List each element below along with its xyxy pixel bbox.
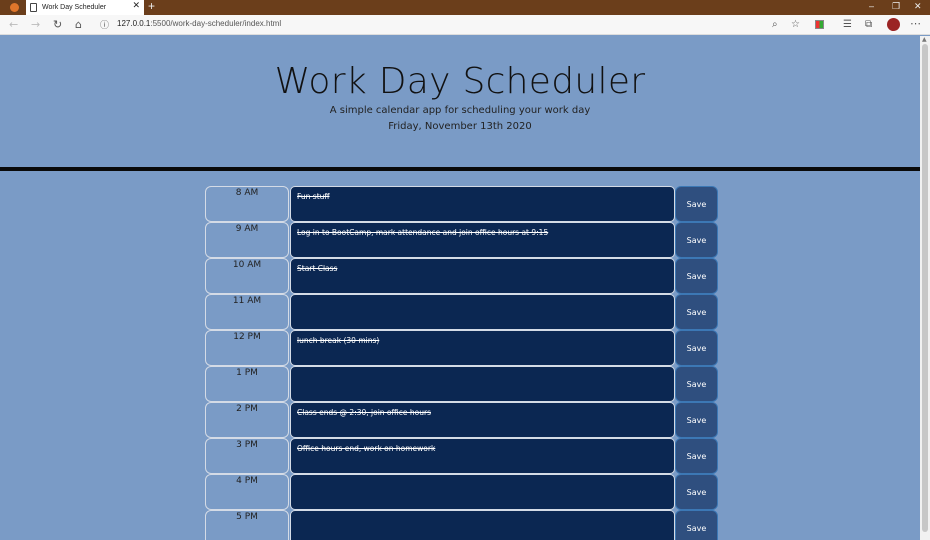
hour-label: 1 PM	[205, 366, 289, 402]
event-textarea[interactable]: Fun stuff	[290, 186, 675, 222]
time-block: 10 AM Start Class Save	[205, 258, 718, 294]
current-date: Friday, November 13th 2020	[388, 121, 532, 132]
back-icon[interactable]: ←	[9, 18, 18, 32]
hour-label: 2 PM	[205, 402, 289, 438]
restore-icon[interactable]: ❐	[892, 1, 900, 12]
save-button[interactable]: Save	[675, 510, 718, 540]
more-icon[interactable]: ⋯	[910, 17, 921, 31]
event-textarea[interactable]: Class ends @ 2:30, join office hours	[290, 402, 675, 438]
save-button[interactable]: Save	[675, 258, 718, 294]
hour-label: 8 AM	[205, 186, 289, 222]
hour-label: 12 PM	[205, 330, 289, 366]
time-block: 3 PM Office hours end, work on homework …	[205, 438, 718, 474]
time-block: 8 AM Fun stuff Save	[205, 186, 718, 222]
save-button[interactable]: Save	[675, 438, 718, 474]
header-divider	[0, 167, 920, 171]
star-icon[interactable]: ☆	[791, 18, 800, 32]
time-block: 2 PM Class ends @ 2:30, join office hour…	[205, 402, 718, 438]
event-textarea[interactable]: lunch break (30 mins)	[290, 330, 675, 366]
time-block: 5 PM Save	[205, 510, 718, 540]
event-textarea[interactable]: Start Class	[290, 258, 675, 294]
event-text: Log in to BootCamp, mark attendance and …	[297, 228, 549, 237]
new-tab-icon[interactable]: +	[148, 0, 155, 13]
event-text: Class ends @ 2:30, join office hours	[297, 408, 431, 417]
hour-label: 9 AM	[205, 222, 289, 258]
event-text: Fun stuff	[297, 192, 330, 201]
refresh-icon[interactable]: ↻	[53, 18, 62, 32]
address-bar[interactable]: 127.0.0.1:5500/work-day-scheduler/index.…	[117, 19, 281, 28]
home-icon[interactable]: ⌂	[75, 18, 82, 32]
hour-label: 4 PM	[205, 474, 289, 510]
time-block: 9 AM Log in to BootCamp, mark attendance…	[205, 222, 718, 258]
save-button[interactable]: Save	[675, 402, 718, 438]
tab-strip: Work Day Scheduler ✕ + – ❐ ✕	[0, 0, 930, 15]
window-close-icon[interactable]: ✕	[914, 1, 922, 12]
event-textarea[interactable]	[290, 510, 675, 540]
profile-avatar[interactable]	[887, 18, 900, 31]
save-button[interactable]: Save	[675, 294, 718, 330]
extension-icon[interactable]	[815, 20, 824, 29]
save-button[interactable]: Save	[675, 330, 718, 366]
hour-label: 10 AM	[205, 258, 289, 294]
browser-app-icon[interactable]	[10, 3, 19, 12]
minimize-icon[interactable]: –	[869, 1, 874, 11]
favorites-icon[interactable]: ☰	[843, 18, 852, 32]
tab-title: Work Day Scheduler	[42, 4, 107, 11]
event-textarea[interactable]	[290, 474, 675, 510]
forward-icon[interactable]: →	[31, 18, 40, 32]
scroll-up-icon[interactable]: ▲	[922, 36, 927, 43]
save-button[interactable]: Save	[675, 366, 718, 402]
browser-toolbar: ← → ↻ ⌂ ⓘ 127.0.0.1:5500/work-day-schedu…	[0, 15, 930, 35]
page-title: Work Day Scheduler	[274, 61, 646, 102]
tab-close-icon[interactable]: ✕	[132, 1, 140, 11]
save-button[interactable]: Save	[675, 222, 718, 258]
info-icon[interactable]: ⓘ	[100, 19, 109, 33]
page-subtitle: A simple calendar app for scheduling you…	[329, 105, 591, 116]
time-block: 11 AM Save	[205, 294, 718, 330]
event-text: Office hours end, work on homework	[297, 444, 436, 453]
hour-label: 3 PM	[205, 438, 289, 474]
event-textarea[interactable]	[290, 366, 675, 402]
page-icon	[30, 3, 37, 12]
scroll-thumb[interactable]	[922, 44, 928, 532]
event-text: Start Class	[297, 264, 338, 273]
hour-label: 5 PM	[205, 510, 289, 540]
collections-icon[interactable]: ⧉	[865, 18, 872, 32]
time-block: 12 PM lunch break (30 mins) Save	[205, 330, 718, 366]
save-button[interactable]: Save	[675, 474, 718, 510]
event-textarea[interactable]: Log in to BootCamp, mark attendance and …	[290, 222, 675, 258]
url-path: :5500/work-day-scheduler/index.html	[150, 19, 282, 28]
time-block: 4 PM Save	[205, 474, 718, 510]
save-button[interactable]: Save	[675, 186, 718, 222]
hour-label: 11 AM	[205, 294, 289, 330]
event-text: lunch break (30 mins)	[297, 336, 380, 345]
time-block: 1 PM Save	[205, 366, 718, 402]
zoom-icon[interactable]: ⌕	[772, 18, 778, 32]
url-host: 127.0.0.1	[117, 19, 151, 28]
page-scrollbar[interactable]: ▲	[920, 36, 930, 540]
page-header: Work Day Scheduler A simple calendar app…	[0, 36, 920, 169]
browser-tab[interactable]: Work Day Scheduler ✕	[26, 0, 144, 15]
event-textarea[interactable]	[290, 294, 675, 330]
event-textarea[interactable]: Office hours end, work on homework	[290, 438, 675, 474]
